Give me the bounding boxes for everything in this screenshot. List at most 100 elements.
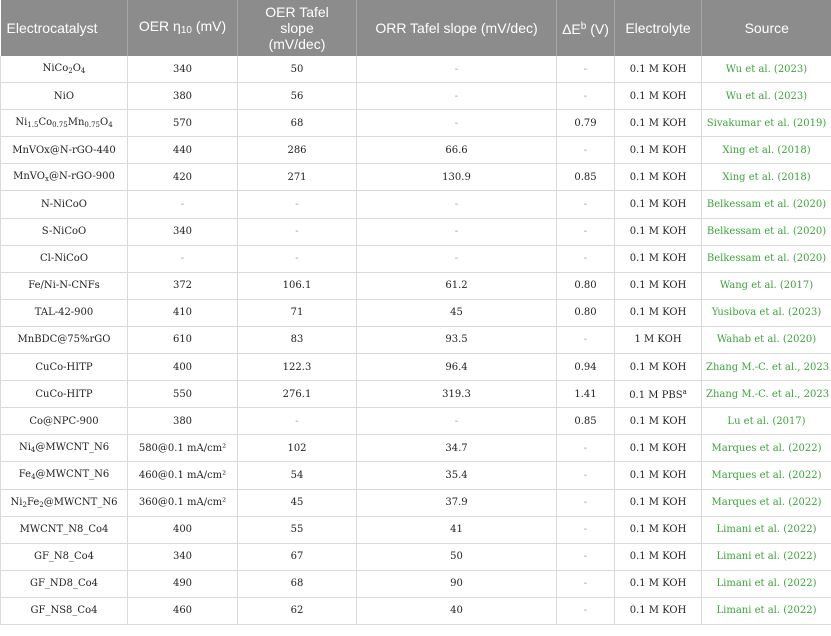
cell-oer-eta10: 460 <box>127 597 238 625</box>
cell-oer-tafel: 122.3 <box>237 353 357 382</box>
cell-oer-tafel: - <box>237 245 357 273</box>
cell-electrolyte: 0.1 M KOH <box>614 489 702 517</box>
cell-orr-tafel: 37.9 <box>356 489 557 517</box>
cell-source[interactable]: Xing et al. (2018) <box>701 136 831 165</box>
cell-electrolyte: 0.1 M KOH <box>614 461 702 490</box>
cell-electrocatalyst: MnVOx@N-rGO-440 <box>0 136 128 165</box>
cell-orr-tafel: 319.3 <box>356 380 557 409</box>
cell-source[interactable]: Wu et al. (2023) <box>701 82 831 111</box>
catalyst-text: TAL-42-900 <box>34 307 94 319</box>
cell-orr-tafel: - <box>356 109 557 138</box>
cell-electrocatalyst: GF_NS8_Co4 <box>0 597 128 625</box>
electrolyte-text: 0.1 M KOH <box>629 90 687 102</box>
electrolyte-text: 0.1 M KOH <box>629 551 687 563</box>
cell-source[interactable]: Lu et al. (2017) <box>701 407 831 436</box>
header-row: Electrocatalyst OER η10 (mV) OER Tafel s… <box>0 0 831 56</box>
cell-oer-eta10: - <box>127 190 238 219</box>
cell-delta-e: 0.85 <box>556 407 615 436</box>
catalyst-subscript: 4 <box>80 67 86 76</box>
catalyst-text: Ni <box>15 117 28 129</box>
table-body: NiCo2O4 340 50- -0.1 M KOH Wu et al. (2023) N… <box>0 56 831 625</box>
electrolyte-text: 0.1 M KOH <box>629 497 687 509</box>
cell-source[interactable]: Wu et al. (2023) <box>701 56 831 84</box>
cell-electrocatalyst: N-NiCoO <box>0 190 128 219</box>
cell-electrocatalyst: Fe4@MWCNT_N6 <box>0 461 128 490</box>
electrolyte-text: 0.1 M KOH <box>629 253 687 265</box>
table-row: Ni1.5Co0.75Mn0.75O4 570 68-0.79 0.1 M KOH Si… <box>0 109 831 138</box>
cell-source[interactable]: Marques et al. (2022) <box>701 434 831 463</box>
cell-source[interactable]: Zhang M.-C. et al., 2023 <box>701 380 831 409</box>
cell-oer-eta10: 420 <box>127 163 238 192</box>
cell-orr-tafel: 50 <box>356 543 557 571</box>
cell-delta-e: - <box>556 434 615 463</box>
cell-source[interactable]: Wang et al. (2017) <box>701 272 831 300</box>
header-orr-tafel-slope: ORR Tafel slope (mV/dec) <box>356 0 557 56</box>
table-row: GF_ND8_Co4 490 68 90- 0.1 M KOH Limani et al.… <box>0 570 831 598</box>
cell-electrocatalyst: Cl-NiCoO <box>0 245 128 273</box>
cell-delta-e: - <box>556 56 615 84</box>
cell-oer-eta10: 340 <box>127 56 238 84</box>
cell-source[interactable]: Limani et al. (2022) <box>701 570 831 598</box>
catalyst-text: Co <box>38 117 53 129</box>
cell-orr-tafel: 90 <box>356 570 557 598</box>
cell-oer-tafel: 62 <box>237 597 357 625</box>
cell-orr-tafel: 34.7 <box>356 434 557 463</box>
catalyst-text: O <box>99 117 109 129</box>
cell-electrolyte: 1 M KOH <box>614 326 702 355</box>
catalyst-text: MnVO <box>13 171 46 183</box>
catalyst-text: GF_NS8_Co4 <box>30 605 98 617</box>
cell-delta-e: - <box>556 190 615 219</box>
table-row: Ni4@MWCNT_N6 580@0.1 mA/cm² 102 34.7- 0.1 M … <box>0 434 831 463</box>
table-row: TAL-42-900 410 71 45 0.80 0.1 M KOH Yusibova e… <box>0 299 831 327</box>
cell-source[interactable]: Wahab et al. (2020) <box>701 326 831 355</box>
cell-oer-eta10: 340 <box>127 543 238 571</box>
cell-oer-tafel: 106.1 <box>237 272 357 300</box>
cell-oer-eta10: 460@0.1 mA/cm² <box>127 461 238 490</box>
cell-electrolyte: 0.1 M KOH <box>614 245 702 273</box>
catalyst-text: O <box>72 63 81 75</box>
cell-delta-e: - <box>556 597 615 625</box>
cell-electrolyte: 0.1 M KOH <box>614 218 702 246</box>
cell-source[interactable]: Limani et al. (2022) <box>701 597 831 625</box>
cell-oer-eta10: 580@0.1 mA/cm² <box>127 434 238 463</box>
cell-oer-tafel: - <box>237 218 357 246</box>
cell-source[interactable]: Belkessam et al. (2020) <box>701 218 831 246</box>
catalyst-text: @N-rGO-900 <box>48 171 115 183</box>
cell-delta-e: - <box>556 461 615 490</box>
cell-orr-tafel: 96.4 <box>356 353 557 382</box>
cell-delta-e: 0.94 <box>556 353 615 382</box>
catalyst-text: Fe <box>26 496 40 508</box>
cell-source[interactable]: Limani et al. (2022) <box>701 516 831 544</box>
catalyst-text: Fe <box>18 469 32 481</box>
electrolyte-text: 0.1 M KOH <box>629 415 687 427</box>
cell-source[interactable]: Sivakumar et al. (2019) <box>701 109 831 138</box>
cell-electrocatalyst: Fe/Ni-N-CNFs <box>0 272 128 300</box>
cell-electrolyte: 0.1 M KOH <box>614 136 702 165</box>
cell-source[interactable]: Yusibova et al. (2023) <box>701 299 831 327</box>
cell-oer-tafel: 68 <box>237 109 357 138</box>
cell-oer-tafel: 56 <box>237 82 357 111</box>
electrolyte-text: 0.1 M KOH <box>629 226 687 238</box>
cell-source[interactable]: Belkessam et al. (2020) <box>701 190 831 219</box>
electrolyte-superscript: a <box>682 387 687 396</box>
cell-source[interactable]: Marques et al. (2022) <box>701 461 831 490</box>
header-oer-eta10: OER η10 (mV) <box>127 0 238 56</box>
cell-source[interactable]: Xing et al. (2018) <box>701 163 831 192</box>
table-row: NiCo2O4 340 50- -0.1 M KOH Wu et al. (2023) <box>0 56 831 84</box>
cell-electrolyte: 0.1 M KOH <box>614 353 702 382</box>
cell-delta-e: 1.41 <box>556 380 615 409</box>
catalyst-text: CuCo-HITP <box>35 361 93 373</box>
cell-oer-eta10: 610 <box>127 326 238 355</box>
cell-delta-e: - <box>556 245 615 273</box>
cell-oer-tafel: 286 <box>237 136 357 165</box>
catalyst-text: @MWCNT_N6 <box>43 496 118 508</box>
electrolyte-text: 0.1 M KOH <box>629 524 687 536</box>
cell-source[interactable]: Marques et al. (2022) <box>701 489 831 517</box>
table-row: GF_NS8_Co4 460 62 40- 0.1 M KOH Limani et al.… <box>0 597 831 625</box>
cell-orr-tafel: 35.4 <box>356 461 557 490</box>
cell-source[interactable]: Belkessam et al. (2020) <box>701 245 831 273</box>
cell-source[interactable]: Limani et al. (2022) <box>701 543 831 571</box>
cell-source[interactable]: Zhang M.-C. et al., 2023 <box>701 353 831 382</box>
catalyst-text: N-NiCoO <box>41 199 87 211</box>
cell-electrolyte: 0.1 M KOH <box>614 272 702 300</box>
